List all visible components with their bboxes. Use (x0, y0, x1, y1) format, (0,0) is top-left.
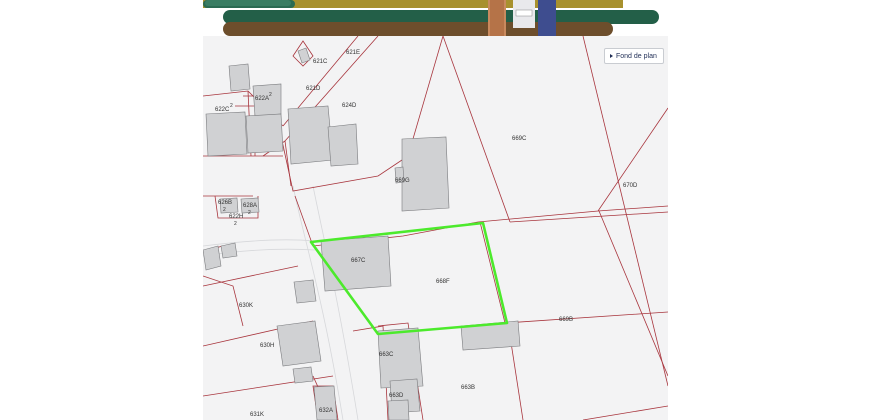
caret-right-icon (610, 54, 613, 58)
map-header-strip (203, 0, 668, 36)
buildings (203, 47, 521, 420)
parcel-label: 669B (559, 317, 573, 323)
parcel-label: 622H (229, 214, 243, 220)
parcel-label: 663D (389, 393, 404, 399)
parcel-label: 670D (623, 183, 638, 189)
parcel-label: 668F (436, 279, 450, 285)
parcel-label: 630H (260, 343, 274, 349)
parcel-superscript: 2 (269, 92, 272, 98)
parcel-label: 631K (250, 412, 264, 418)
parcel-superscript: 2 (234, 221, 237, 227)
parcel-superscript: 2 (248, 210, 251, 216)
parcel-label: 624D (342, 103, 357, 109)
parcel-label: 628A (243, 203, 257, 209)
parcel-label: 669C (512, 136, 527, 142)
cadastral-map[interactable]: 621E 621C 621D 624D 622C 2 622A 2 669C 6… (203, 36, 668, 420)
cadastre-layer: 621E 621C 621D 624D 622C 2 622A 2 669C 6… (203, 36, 668, 420)
parcel-superscript: 2 (223, 207, 226, 213)
base-map-button-label: Fond de plan (616, 52, 657, 60)
header-graphic (203, 0, 668, 36)
parcel-label: 622A (255, 96, 269, 102)
parcel-label: 669G (395, 178, 410, 184)
parcel-label: 663C (379, 352, 394, 358)
parcel-superscript: 2 (230, 103, 233, 109)
parcel-label: 663B (461, 385, 475, 391)
parcel-label: 632A (319, 408, 333, 414)
parcel-label: 621D (306, 86, 321, 92)
parcel-label: 667C (351, 258, 366, 264)
road-edges (203, 185, 359, 420)
parcel-label: 626B (218, 200, 232, 206)
parcel-label: 622C (215, 107, 230, 113)
base-map-button[interactable]: Fond de plan (604, 48, 664, 64)
parcel-label: 621E (346, 50, 360, 56)
parcel-label: 621C (313, 59, 328, 65)
parcel-label: 630K (239, 303, 253, 309)
